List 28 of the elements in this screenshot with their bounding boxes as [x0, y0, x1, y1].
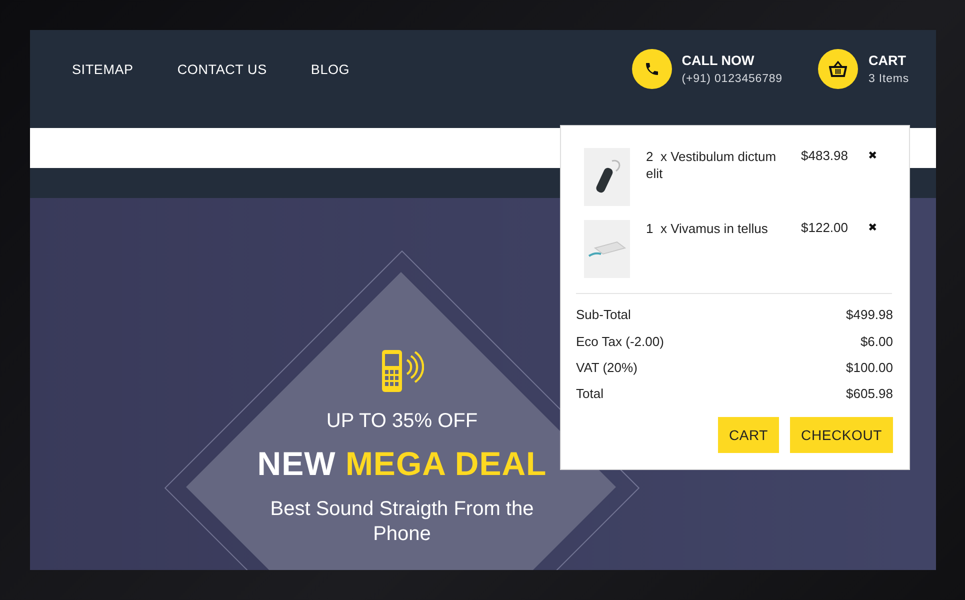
- cart-count: 3 Items: [868, 73, 909, 85]
- basket-icon[interactable]: [818, 49, 858, 89]
- total-value: $6.00: [860, 334, 893, 349]
- cart-item-name[interactable]: 1 x Vivamus in tellus: [646, 220, 786, 238]
- cart-label[interactable]: CART: [868, 53, 909, 68]
- phone-number: (+91) 0123456789: [682, 73, 782, 85]
- total-value: $100.00: [846, 360, 893, 375]
- call-now-label: CALL NOW: [682, 53, 756, 68]
- cart-item-price: $483.98: [800, 148, 848, 163]
- phone-icon: [632, 49, 672, 89]
- remove-button[interactable]: ✖: [868, 220, 877, 238]
- total-label: VAT (20%): [576, 360, 638, 375]
- total-value: $605.98: [846, 386, 893, 402]
- nav-link[interactable]: CONTACT US: [177, 62, 267, 76]
- hero-subtitle: Best Sound Straigth From the Phone: [269, 497, 535, 547]
- nav-link[interactable]: SITEMAP: [72, 62, 134, 76]
- hero-headline: NEW MEGA DEAL: [257, 445, 547, 483]
- remove-button[interactable]: ✖: [868, 148, 877, 165]
- nav-link[interactable]: BLOG: [310, 62, 350, 76]
- discount-text: UP TO 35% OFF: [326, 410, 478, 433]
- total-value: $499.98: [846, 307, 893, 322]
- total-label: Total: [576, 386, 604, 402]
- view-cart-button[interactable]: CART: [718, 417, 780, 454]
- checkout-button[interactable]: CHECKOUT: [790, 417, 893, 454]
- cart-item-price: $122.00: [800, 220, 848, 236]
- cart-item-name[interactable]: 2 x Vestibulum dictum elit: [646, 148, 786, 182]
- total-label: Eco Tax (-2.00): [576, 334, 664, 349]
- total-label: Sub-Total: [576, 307, 631, 322]
